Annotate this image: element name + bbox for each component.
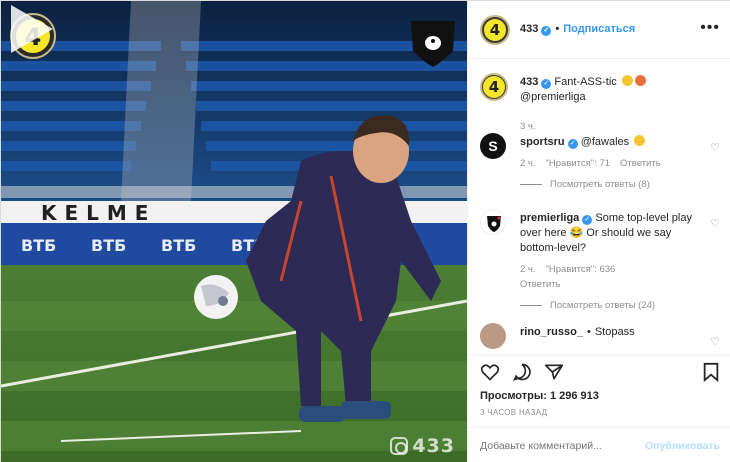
view-replies[interactable]: Посмотреть ответы (24) [520,298,700,313]
play-icon[interactable] [1,1,57,57]
comment-icon[interactable] [512,362,532,382]
comment-username[interactable]: premierliga [520,212,579,224]
comment-composer: Опубликовать [468,427,730,462]
peach-emoji-icon [634,75,646,86]
hand-emoji-icon [634,135,646,146]
reply-button[interactable]: Ответить [620,158,661,169]
comment-avatar[interactable] [480,323,506,349]
caption-mention[interactable]: @premierliga [520,91,586,103]
like-icon[interactable] [480,362,500,382]
comment-item: premierliga ✓ Some top-level play over he… [480,209,720,311]
instagram-glyph-icon [390,437,409,455]
comment-likes[interactable]: "Нравится": 636 [546,264,616,275]
video-frame: KELME ВТБ ВТБ ВТБ ВТБ ВТБ ВТБ [1,1,467,462]
comments-list[interactable]: 4 433 ✓ Fant-ASS-tic @premierliga 3 ч. S … [468,59,730,355]
comment-text: Stopass [594,326,635,338]
view-replies-label: Посмотреть ответы (24) [550,300,656,311]
laughing-emoji-icon [621,75,633,86]
caption-avatar[interactable]: 4 [480,73,508,101]
caption-text: Fant-ASS-tic [554,76,617,88]
replies-line [520,184,542,185]
comment-username[interactable]: sportsru [520,136,565,148]
comment-item: S sportsru ✓ @fawales 2 ч. "Нравится": 71 О… [480,133,720,197]
share-icon[interactable] [544,362,564,382]
caption-time: 3 ч. [520,121,536,132]
publish-button[interactable]: Опубликовать [645,440,720,452]
like-heart-icon[interactable]: ♡ [710,335,720,348]
like-heart-icon[interactable]: ♡ [710,141,720,154]
comment-avatar[interactable]: S [480,133,506,159]
verified-icon: ✓ [541,26,552,36]
bear-logo-icon [487,216,501,232]
more-options-icon[interactable]: ••• [700,19,720,37]
caption-username[interactable]: 433 [520,76,538,88]
avatar-badge: 4 [484,19,506,41]
post-panel: 4 433 ✓ • Подписаться ••• 4 433 ✓ Fant-ASS-t… [467,1,730,462]
replies-line [520,305,542,306]
svg-text:ВТБ: ВТБ [91,236,126,255]
instagram-post: KELME ВТБ ВТБ ВТБ ВТБ ВТБ ВТБ [0,0,730,462]
video-player[interactable]: KELME ВТБ ВТБ ВТБ ВТБ ВТБ ВТБ [1,1,467,462]
like-heart-icon[interactable]: ♡ [710,217,720,230]
post-actions: Просмотры: 1 296 913 3 ЧАСОВ НАЗАД [468,355,730,427]
svg-text:KELME: KELME [41,201,156,225]
view-count[interactable]: Просмотры: 1 296 913 [480,390,599,402]
caption-avatar-badge: 4 [483,76,505,98]
header-username[interactable]: 433 [520,23,538,35]
comment-time: 2 ч. [520,158,536,169]
comment-likes[interactable]: "Нравится": 71 [546,158,611,169]
comment-username[interactable]: rino_russo_ [520,326,583,338]
watermark: 433 [390,435,455,457]
separator-dot: • [586,326,591,338]
post-time: 3 ЧАСОВ НАЗАД [480,408,548,417]
comment-avatar[interactable] [480,209,506,235]
view-replies[interactable]: Посмотреть ответы (8) [520,177,700,192]
separator-dot: • [555,23,560,35]
svg-text:ВТБ: ВТБ [161,236,196,255]
bookmark-icon[interactable] [702,362,720,382]
svg-text:ВТБ: ВТБ [21,236,56,255]
comment-input[interactable] [480,440,640,452]
watermark-text: 433 [412,435,455,457]
verified-icon: ✓ [567,139,578,149]
comment-time: 2 ч. [520,264,536,275]
verified-icon: ✓ [541,79,552,89]
verified-icon: ✓ [582,215,593,225]
avatar[interactable]: 4 [480,15,510,45]
comment-item: rino_russo_ • Stopass ♡ [480,323,720,355]
post-header: 4 433 ✓ • Подписаться ••• [468,1,730,59]
comment-text: @fawales [580,136,630,148]
reply-button[interactable]: Ответить [520,279,561,290]
follow-button[interactable]: Подписаться [563,23,635,35]
view-replies-label: Посмотреть ответы (8) [550,179,650,190]
